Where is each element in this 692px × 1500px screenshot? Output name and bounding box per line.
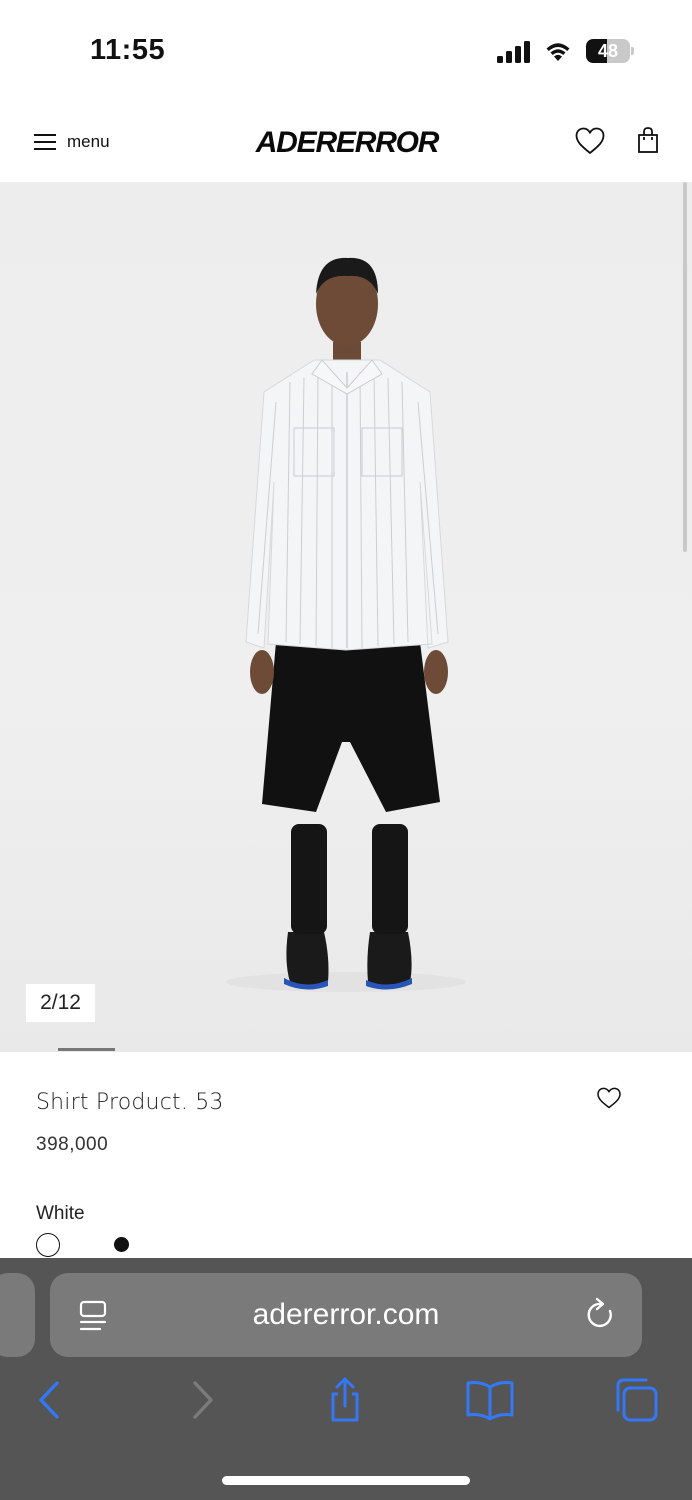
shopping-bag-icon[interactable] (637, 126, 659, 154)
forward-icon (193, 1381, 213, 1419)
url-text: adererror.com (252, 1298, 440, 1331)
brand-logo[interactable]: ADERERROR (250, 126, 444, 160)
hamburger-icon (34, 133, 56, 151)
status-bar: 11:55 48 (0, 0, 692, 100)
wifi-icon (546, 43, 570, 61)
tabs-button[interactable] (610, 1376, 662, 1424)
color-swatch-white[interactable] (36, 1233, 60, 1257)
home-indicator[interactable] (222, 1476, 470, 1485)
cellular-signal-icon (497, 41, 530, 63)
share-icon (331, 1377, 359, 1422)
address-bar[interactable]: adererror.com (50, 1273, 642, 1357)
battery-level: 48 (597, 41, 619, 61)
product-price: 398,000 (36, 1134, 109, 1155)
previous-tab-preview[interactable] (0, 1273, 35, 1357)
product-image[interactable]: 2/12 (0, 182, 692, 1052)
back-button[interactable] (24, 1376, 76, 1424)
product-title: Shirt Product. 53 (36, 1090, 224, 1115)
reload-icon[interactable] (584, 1297, 618, 1333)
menu-label: menu (67, 132, 110, 151)
share-button[interactable] (319, 1376, 371, 1424)
browser-bottom-bar: adererror.com (0, 1258, 692, 1500)
selected-color-label: White (36, 1203, 85, 1224)
wishlist-heart-icon[interactable] (574, 126, 606, 156)
menu-button[interactable]: menu (34, 130, 110, 154)
page-scrollbar[interactable] (683, 182, 687, 552)
color-swatch-black[interactable] (114, 1237, 129, 1252)
forward-button[interactable] (176, 1376, 228, 1424)
product-info: Shirt Product. 53 398,000 White (0, 1052, 692, 1262)
bookmarks-icon (466, 1381, 514, 1421)
battery-icon: 48 (586, 39, 634, 63)
model-photo (226, 257, 466, 992)
site-header: menu ADERERROR (0, 100, 692, 182)
back-icon (39, 1381, 59, 1419)
gallery-progress-indicator (58, 1048, 115, 1051)
add-to-wishlist-heart-icon[interactable] (596, 1086, 622, 1110)
status-time: 11:55 (90, 34, 166, 66)
bookmarks-button[interactable] (464, 1376, 516, 1424)
tabs-icon (616, 1378, 658, 1422)
image-counter: 2/12 (26, 984, 95, 1022)
